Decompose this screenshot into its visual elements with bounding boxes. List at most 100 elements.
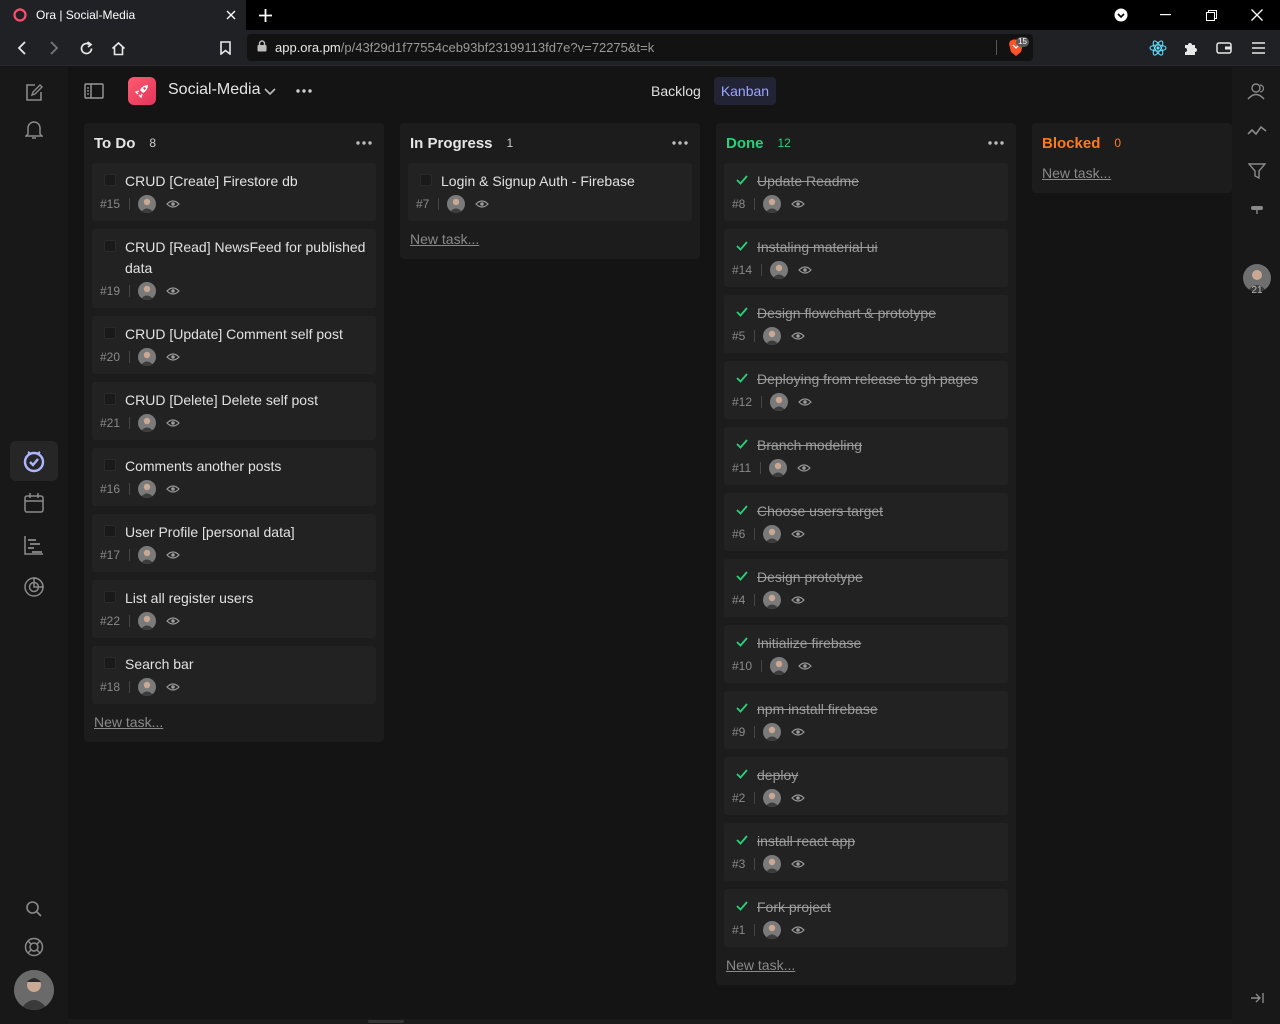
- eye-icon[interactable]: [796, 393, 814, 411]
- sidebar-toggle-icon[interactable]: [82, 81, 106, 101]
- lock-icon[interactable]: [257, 39, 267, 57]
- task-title[interactable]: npm install firebase: [757, 699, 878, 720]
- eye-icon[interactable]: [164, 414, 182, 432]
- eye-icon[interactable]: [164, 480, 182, 498]
- column-title[interactable]: In Progress: [410, 135, 493, 152]
- eye-icon[interactable]: [164, 348, 182, 366]
- eye-icon[interactable]: [796, 261, 814, 279]
- task-card[interactable]: CRUD [Read] NewsFeed for published data #…: [92, 229, 376, 308]
- task-title[interactable]: CRUD [Delete] Delete self post: [125, 390, 318, 411]
- task-title[interactable]: Instaling material ui: [757, 237, 878, 258]
- assignee-avatar[interactable]: [769, 459, 788, 477]
- help-icon[interactable]: [10, 927, 58, 967]
- eye-icon[interactable]: [473, 195, 491, 213]
- task-card[interactable]: Login & Signup Auth - Firebase #7: [408, 163, 692, 221]
- check-icon[interactable]: [736, 371, 748, 385]
- column-title[interactable]: Blocked: [1042, 135, 1100, 152]
- check-icon[interactable]: [736, 767, 748, 781]
- check-icon[interactable]: [736, 437, 748, 451]
- scrollbar-thumb[interactable]: [368, 1020, 404, 1023]
- eye-icon[interactable]: [789, 921, 807, 939]
- assignee-avatar[interactable]: [138, 612, 157, 630]
- task-card[interactable]: deploy #2: [724, 757, 1008, 815]
- task-checkbox[interactable]: [104, 327, 116, 339]
- task-title[interactable]: Branch modeling: [757, 435, 862, 456]
- assignee-avatar[interactable]: [763, 723, 782, 741]
- project-more-icon[interactable]: [294, 81, 314, 101]
- check-icon[interactable]: [736, 635, 748, 649]
- task-card[interactable]: CRUD [Create] Firestore db #15: [92, 163, 376, 221]
- address-bar[interactable]: app.ora.pm/p/43f29d1f77554ceb93bf2319911…: [247, 34, 1033, 61]
- home-icon[interactable]: [102, 30, 134, 66]
- task-title[interactable]: Choose users target: [757, 501, 883, 522]
- search-icon[interactable]: [10, 889, 58, 929]
- check-icon[interactable]: [736, 569, 748, 583]
- new-tab-button[interactable]: [250, 0, 280, 30]
- filter-icon[interactable]: [1244, 158, 1270, 184]
- project-rocket-icon[interactable]: [128, 77, 156, 105]
- check-icon[interactable]: [736, 239, 748, 253]
- members-icon[interactable]: [1244, 78, 1270, 104]
- view-kanban-tab[interactable]: Kanban: [713, 77, 777, 105]
- task-checkbox[interactable]: [104, 174, 116, 186]
- eye-icon[interactable]: [164, 546, 182, 564]
- task-checkbox[interactable]: [420, 174, 432, 186]
- eye-icon[interactable]: [164, 612, 182, 630]
- eye-icon[interactable]: [164, 282, 182, 300]
- tab-search-icon[interactable]: [1098, 0, 1144, 30]
- task-checkbox[interactable]: [104, 240, 116, 252]
- task-title[interactable]: Deploying from release to gh pages: [757, 369, 978, 390]
- assignee-avatar[interactable]: [138, 678, 157, 696]
- task-card[interactable]: Initialize firebase #10: [724, 625, 1008, 683]
- task-title[interactable]: Search bar: [125, 654, 193, 675]
- browser-tab[interactable]: Ora | Social-Media: [0, 0, 246, 30]
- task-card[interactable]: install react app #3: [724, 823, 1008, 881]
- horizontal-scrollbar[interactable]: [68, 1019, 1232, 1024]
- restore-icon[interactable]: [1188, 0, 1234, 30]
- assignee-avatar[interactable]: [138, 414, 157, 432]
- task-title[interactable]: Login & Signup Auth - Firebase: [441, 171, 635, 192]
- browser-menu-icon[interactable]: [1242, 30, 1274, 66]
- task-card[interactable]: Choose users target #6: [724, 493, 1008, 551]
- task-card[interactable]: Instaling material ui #14: [724, 229, 1008, 287]
- collapse-panel-icon[interactable]: [1244, 985, 1270, 1011]
- assignee-avatar[interactable]: [138, 546, 157, 564]
- check-icon[interactable]: [736, 305, 748, 319]
- bookmark-icon[interactable]: [209, 30, 241, 66]
- check-icon[interactable]: [736, 173, 748, 187]
- task-title[interactable]: CRUD [Create] Firestore db: [125, 171, 298, 192]
- chevron-down-icon[interactable]: [262, 84, 278, 100]
- column-more-icon[interactable]: [670, 135, 690, 151]
- task-card[interactable]: Fork project #1: [724, 889, 1008, 947]
- assignee-avatar[interactable]: [763, 195, 782, 213]
- project-name[interactable]: Social-Media: [168, 81, 260, 99]
- eye-icon[interactable]: [795, 459, 813, 477]
- assignee-avatar[interactable]: [770, 261, 789, 279]
- task-title[interactable]: install react app: [757, 831, 855, 852]
- task-title[interactable]: Design prototype: [757, 567, 863, 588]
- assignee-avatar[interactable]: [770, 393, 789, 411]
- reports-icon[interactable]: [10, 567, 58, 607]
- column-more-icon[interactable]: [354, 135, 374, 151]
- task-title[interactable]: deploy: [757, 765, 798, 786]
- eye-icon[interactable]: [164, 195, 182, 213]
- tab-close-icon[interactable]: [216, 0, 246, 30]
- pin-icon[interactable]: [1244, 197, 1270, 223]
- eye-icon[interactable]: [789, 525, 807, 543]
- check-icon[interactable]: [736, 503, 748, 517]
- task-card[interactable]: Design prototype #4: [724, 559, 1008, 617]
- task-title[interactable]: Comments another posts: [125, 456, 281, 477]
- assignee-avatar[interactable]: [447, 195, 466, 213]
- task-title[interactable]: Fork project: [757, 897, 831, 918]
- minimize-icon[interactable]: [1142, 0, 1188, 30]
- check-icon[interactable]: [736, 833, 748, 847]
- task-title[interactable]: Initialize firebase: [757, 633, 861, 654]
- task-checkbox[interactable]: [104, 393, 116, 405]
- task-card[interactable]: Search bar #18: [92, 646, 376, 704]
- task-title[interactable]: Update Readme: [757, 171, 859, 192]
- assignee-avatar[interactable]: [763, 591, 782, 609]
- react-devtools-icon[interactable]: [1142, 30, 1174, 66]
- task-title[interactable]: User Profile [personal data]: [125, 522, 295, 543]
- task-card[interactable]: Deploying from release to gh pages #12: [724, 361, 1008, 419]
- task-card[interactable]: CRUD [Delete] Delete self post #21: [92, 382, 376, 440]
